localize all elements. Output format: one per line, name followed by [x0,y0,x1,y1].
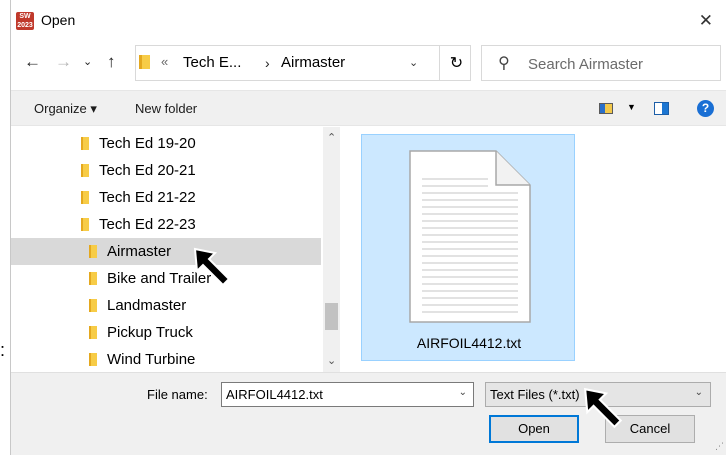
file-list: AIRFOIL4412.txt [342,127,726,372]
folder-icon [89,326,97,339]
scrollbar-thumb[interactable] [325,303,338,330]
pointer-arrow-annotation [193,247,231,287]
file-name-dropdown-icon[interactable]: ⌄ [459,387,467,398]
command-bar: Organize ▾ New folder ▼ ? [11,90,726,126]
open-dialog: SW 2023 Open ✕ ← → ⌄ ↑ « Tech E... › Airm… [10,0,726,455]
forward-arrow-icon[interactable]: → [55,52,72,72]
new-folder-button[interactable]: New folder [135,101,197,116]
refresh-icon: ↻ [449,55,464,72]
folder-icon [139,55,150,69]
tree-item-pickup-truck[interactable]: Pickup Truck [11,319,321,346]
tree-item-wind-turbine[interactable]: Wind Turbine [11,346,321,372]
navigation-tree: Tech Ed 19-20 Tech Ed 20-21 Tech Ed 21-2… [11,127,331,372]
tree-scrollbar[interactable]: ⌃ ⌄ [323,127,340,372]
tree-item-label: Pickup Truck [107,324,193,341]
tree-item-tech-ed-19-20[interactable]: Tech Ed 19-20 [11,130,321,157]
file-name-label: File name: [147,387,208,402]
file-name-input[interactable]: AIRFOIL4412.txt ⌄ [221,382,474,407]
tree-item-airmaster[interactable]: Airmaster [11,238,321,265]
text-file-icon [409,150,531,323]
search-placeholder: Search Airmaster [528,56,644,73]
preview-pane-icon[interactable] [654,102,669,115]
breadcrumb-overflow-icon[interactable]: « [161,54,168,69]
change-view-icon[interactable] [599,103,613,114]
pointer-arrow-annotation [584,387,623,429]
organize-button[interactable]: Organize ▾ [34,101,97,117]
breadcrumb-separator-icon[interactable]: › [265,55,270,71]
partial-text-fragment: : [0,340,6,360]
tree-item-label: Tech Ed 19-20 [99,135,196,152]
solidworks-app-icon: SW 2023 [16,12,34,30]
breadcrumb-tech-ed[interactable]: Tech E... [183,54,241,71]
file-name-label: AIRFOIL4412.txt [416,335,522,351]
search-icon: ⚲ [498,55,510,72]
file-type-value: Text Files (*.txt) [490,387,580,402]
back-arrow-icon[interactable]: ← [24,52,41,72]
tree-item-tech-ed-22-23[interactable]: Tech Ed 22-23 [11,211,321,238]
window-title: Open [41,12,76,28]
file-item[interactable]: AIRFOIL4412.txt [361,134,575,361]
folder-icon [89,245,97,258]
tree-item-label: Airmaster [107,243,172,260]
tree-item-label: Tech Ed 21-22 [99,189,196,206]
tree-item-tech-ed-21-22[interactable]: Tech Ed 21-22 [11,184,321,211]
up-arrow-icon[interactable]: ↑ [107,52,116,72]
tree-item-label: Tech Ed 22-23 [99,216,196,233]
file-name-value: AIRFOIL4412.txt [226,387,323,402]
view-options-dropdown-icon[interactable]: ▼ [627,102,636,112]
folder-icon [81,164,89,177]
folder-icon [89,299,97,312]
scroll-up-icon[interactable]: ⌃ [327,131,336,144]
resize-grip-icon[interactable]: ⋰ [715,441,724,452]
search-box[interactable]: ⚲ Search Airmaster [481,45,721,81]
tree-item-label: Tech Ed 20-21 [99,162,196,179]
address-dropdown-icon[interactable]: ⌄ [409,56,418,69]
tree-item-bike-and-trailer[interactable]: Bike and Trailer [11,265,321,292]
tree-item-tech-ed-20-21[interactable]: Tech Ed 20-21 [11,157,321,184]
breadcrumb-airmaster[interactable]: Airmaster [281,54,345,71]
open-button[interactable]: Open [489,415,579,443]
tree-item-landmaster[interactable]: Landmaster [11,292,321,319]
tree-item-label: Landmaster [107,297,187,314]
scroll-down-icon[interactable]: ⌄ [327,354,336,367]
folder-icon [81,191,89,204]
folder-icon [89,353,97,366]
folder-icon [81,137,89,150]
refresh-button[interactable]: ↻ [439,45,473,81]
tree-item-label: Wind Turbine [107,351,196,368]
help-icon[interactable]: ? [697,100,714,117]
folder-icon [89,272,97,285]
recent-locations-chevron-icon[interactable]: ⌄ [83,55,92,68]
close-icon[interactable]: ✕ [699,11,713,31]
folder-icon [81,218,89,231]
file-type-dropdown-icon[interactable]: ⌄ [695,387,703,398]
title-bar: SW 2023 Open ✕ [11,0,726,42]
